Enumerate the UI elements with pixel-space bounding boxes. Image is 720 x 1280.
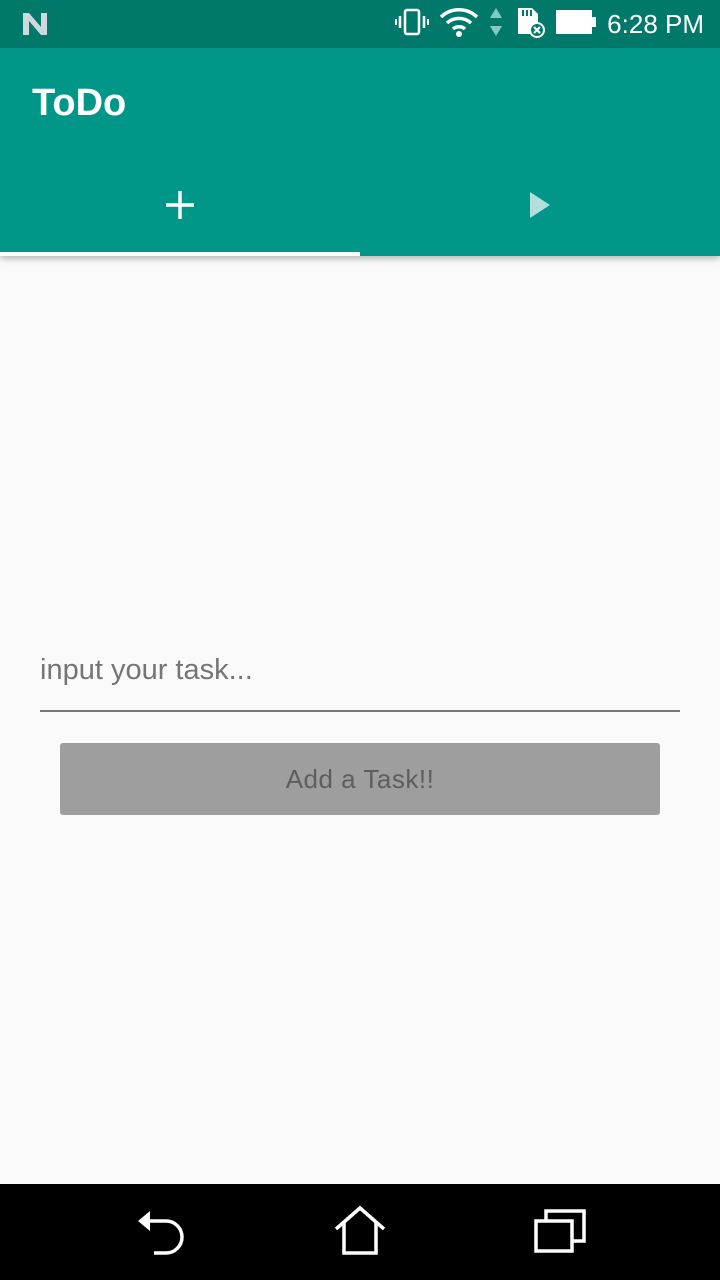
recents-button[interactable] xyxy=(532,1208,588,1258)
play-icon xyxy=(526,190,554,224)
tab-bar xyxy=(0,158,720,256)
main-content: Add a Task!! xyxy=(0,256,720,1184)
back-icon xyxy=(134,1207,186,1259)
vibrate-icon xyxy=(395,7,430,41)
wifi-icon xyxy=(439,7,479,41)
sd-card-icon xyxy=(513,6,546,42)
recents-icon xyxy=(532,1207,588,1259)
app-bar: ToDo xyxy=(0,48,720,256)
battery-icon xyxy=(555,8,597,40)
back-button[interactable] xyxy=(132,1208,188,1258)
status-time: 6:28 PM xyxy=(607,8,704,39)
navigation-bar xyxy=(0,1184,720,1280)
task-input[interactable] xyxy=(40,618,680,712)
app-title: ToDo xyxy=(32,82,127,124)
tab-list[interactable] xyxy=(360,158,720,256)
data-arrows-icon xyxy=(489,6,503,42)
plus-icon xyxy=(163,188,197,226)
add-task-button[interactable]: Add a Task!! xyxy=(60,743,660,815)
home-button[interactable] xyxy=(332,1205,388,1261)
notification-n-icon xyxy=(20,10,50,42)
status-bar: 6:28 PM xyxy=(0,0,720,48)
home-icon xyxy=(332,1205,388,1261)
tab-add[interactable] xyxy=(0,158,360,256)
